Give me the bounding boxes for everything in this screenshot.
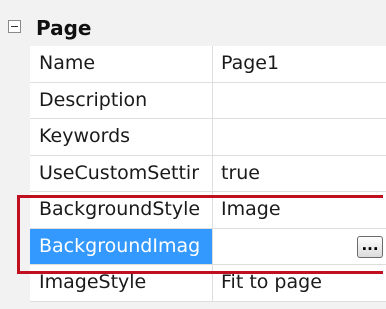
property-rows: Name Page1 Description Keywords UseCusto…: [30, 46, 386, 302]
category-row-page[interactable]: Page: [0, 10, 386, 46]
property-value[interactable]: true: [215, 156, 386, 192]
category-label: Page: [36, 16, 92, 40]
property-value[interactable]: Image: [215, 192, 386, 228]
property-name: Description: [30, 82, 213, 118]
property-value[interactable]: Fit to page: [215, 265, 386, 301]
browse-button[interactable]: ...: [357, 235, 383, 258]
property-row-description[interactable]: Description: [30, 82, 386, 119]
property-value[interactable]: Page1: [215, 46, 386, 82]
property-row-imagestyle[interactable]: ImageStyle Fit to page: [30, 265, 386, 302]
collapse-icon[interactable]: [8, 20, 21, 33]
property-grid: Page Name Page1 Description Keywords Use…: [0, 0, 386, 309]
property-value[interactable]: [215, 119, 386, 155]
property-row-keywords[interactable]: Keywords: [30, 119, 386, 156]
property-name: Name: [30, 46, 213, 82]
property-name: BackgroundImag: [30, 228, 213, 264]
property-row-backgroundstyle[interactable]: BackgroundStyle Image: [30, 192, 386, 229]
property-name: ImageStyle: [30, 265, 213, 301]
property-row-usecustomsettings[interactable]: UseCustomSettir true: [30, 155, 386, 192]
property-name: UseCustomSettir: [30, 155, 213, 191]
property-name: Keywords: [30, 119, 213, 155]
property-name: BackgroundStyle: [30, 192, 213, 228]
property-value[interactable]: [215, 83, 386, 119]
property-row-name[interactable]: Name Page1: [30, 46, 386, 83]
property-row-backgroundimage[interactable]: BackgroundImag ...: [30, 228, 386, 265]
